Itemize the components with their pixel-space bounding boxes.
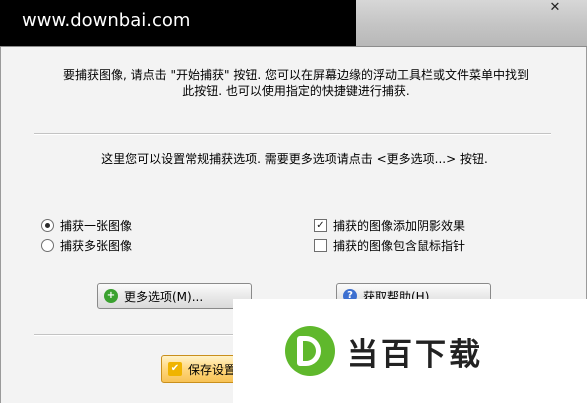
logo-text: 当百下载 xyxy=(347,336,483,373)
checkbox-cursor[interactable] xyxy=(314,238,327,252)
checkbox-shadow[interactable]: ✓ xyxy=(314,218,327,232)
logo-d-icon xyxy=(285,326,335,376)
watermark-logo: 当百下载 xyxy=(233,299,587,403)
watermark-banner: www.downbai.com xyxy=(0,0,356,46)
separator-top xyxy=(34,133,551,135)
more-options-button[interactable]: + 更多选项(M)... xyxy=(97,283,252,309)
logo-d-letter xyxy=(297,336,321,366)
checkbox-cursor-option[interactable]: 捕获的图像包含鼠标指针 xyxy=(314,237,465,253)
window-titlebar: www.downbai.com ✕ xyxy=(0,0,587,47)
radio-indicator-multiple[interactable] xyxy=(41,238,54,252)
radio-capture-multiple[interactable]: 捕获多张图像 xyxy=(41,237,132,253)
intro-text: 要捕获图像, 请点击 "开始捕获" 按钮. 您可以在屏幕边缘的浮动工具栏或文件菜… xyxy=(61,67,531,99)
checkbox-shadow-label: 捕获的图像添加阴影效果 xyxy=(333,218,466,233)
close-button[interactable]: ✕ xyxy=(542,0,568,16)
radio-label-single: 捕获一张图像 xyxy=(60,218,133,233)
more-options-label: 更多选项(M)... xyxy=(124,289,204,304)
check-icon: ✔ xyxy=(168,362,182,376)
intro-line-1: 要捕获图像, 请点击 "开始捕获" 按钮. 您可以在屏幕边缘的浮动工具栏或文件菜… xyxy=(63,68,529,82)
checkbox-cursor-label: 捕获的图像包含鼠标指针 xyxy=(333,238,466,253)
save-settings-label: 保存设置 xyxy=(188,362,237,377)
plus-circle-icon: + xyxy=(104,289,118,303)
radio-label-multiple: 捕获多张图像 xyxy=(60,238,133,253)
hint-text: 这里您可以设置常规捕获选项. 需要更多选项请点击 <更多选项...> 按钮. xyxy=(101,152,488,166)
intro-line-2: 此按钮. 也可以使用指定的快捷键进行捕获. xyxy=(182,84,410,98)
radio-capture-single[interactable]: 捕获一张图像 xyxy=(41,217,132,233)
checkbox-shadow-option[interactable]: ✓ 捕获的图像添加阴影效果 xyxy=(314,217,465,233)
radio-indicator-single[interactable] xyxy=(41,218,54,232)
